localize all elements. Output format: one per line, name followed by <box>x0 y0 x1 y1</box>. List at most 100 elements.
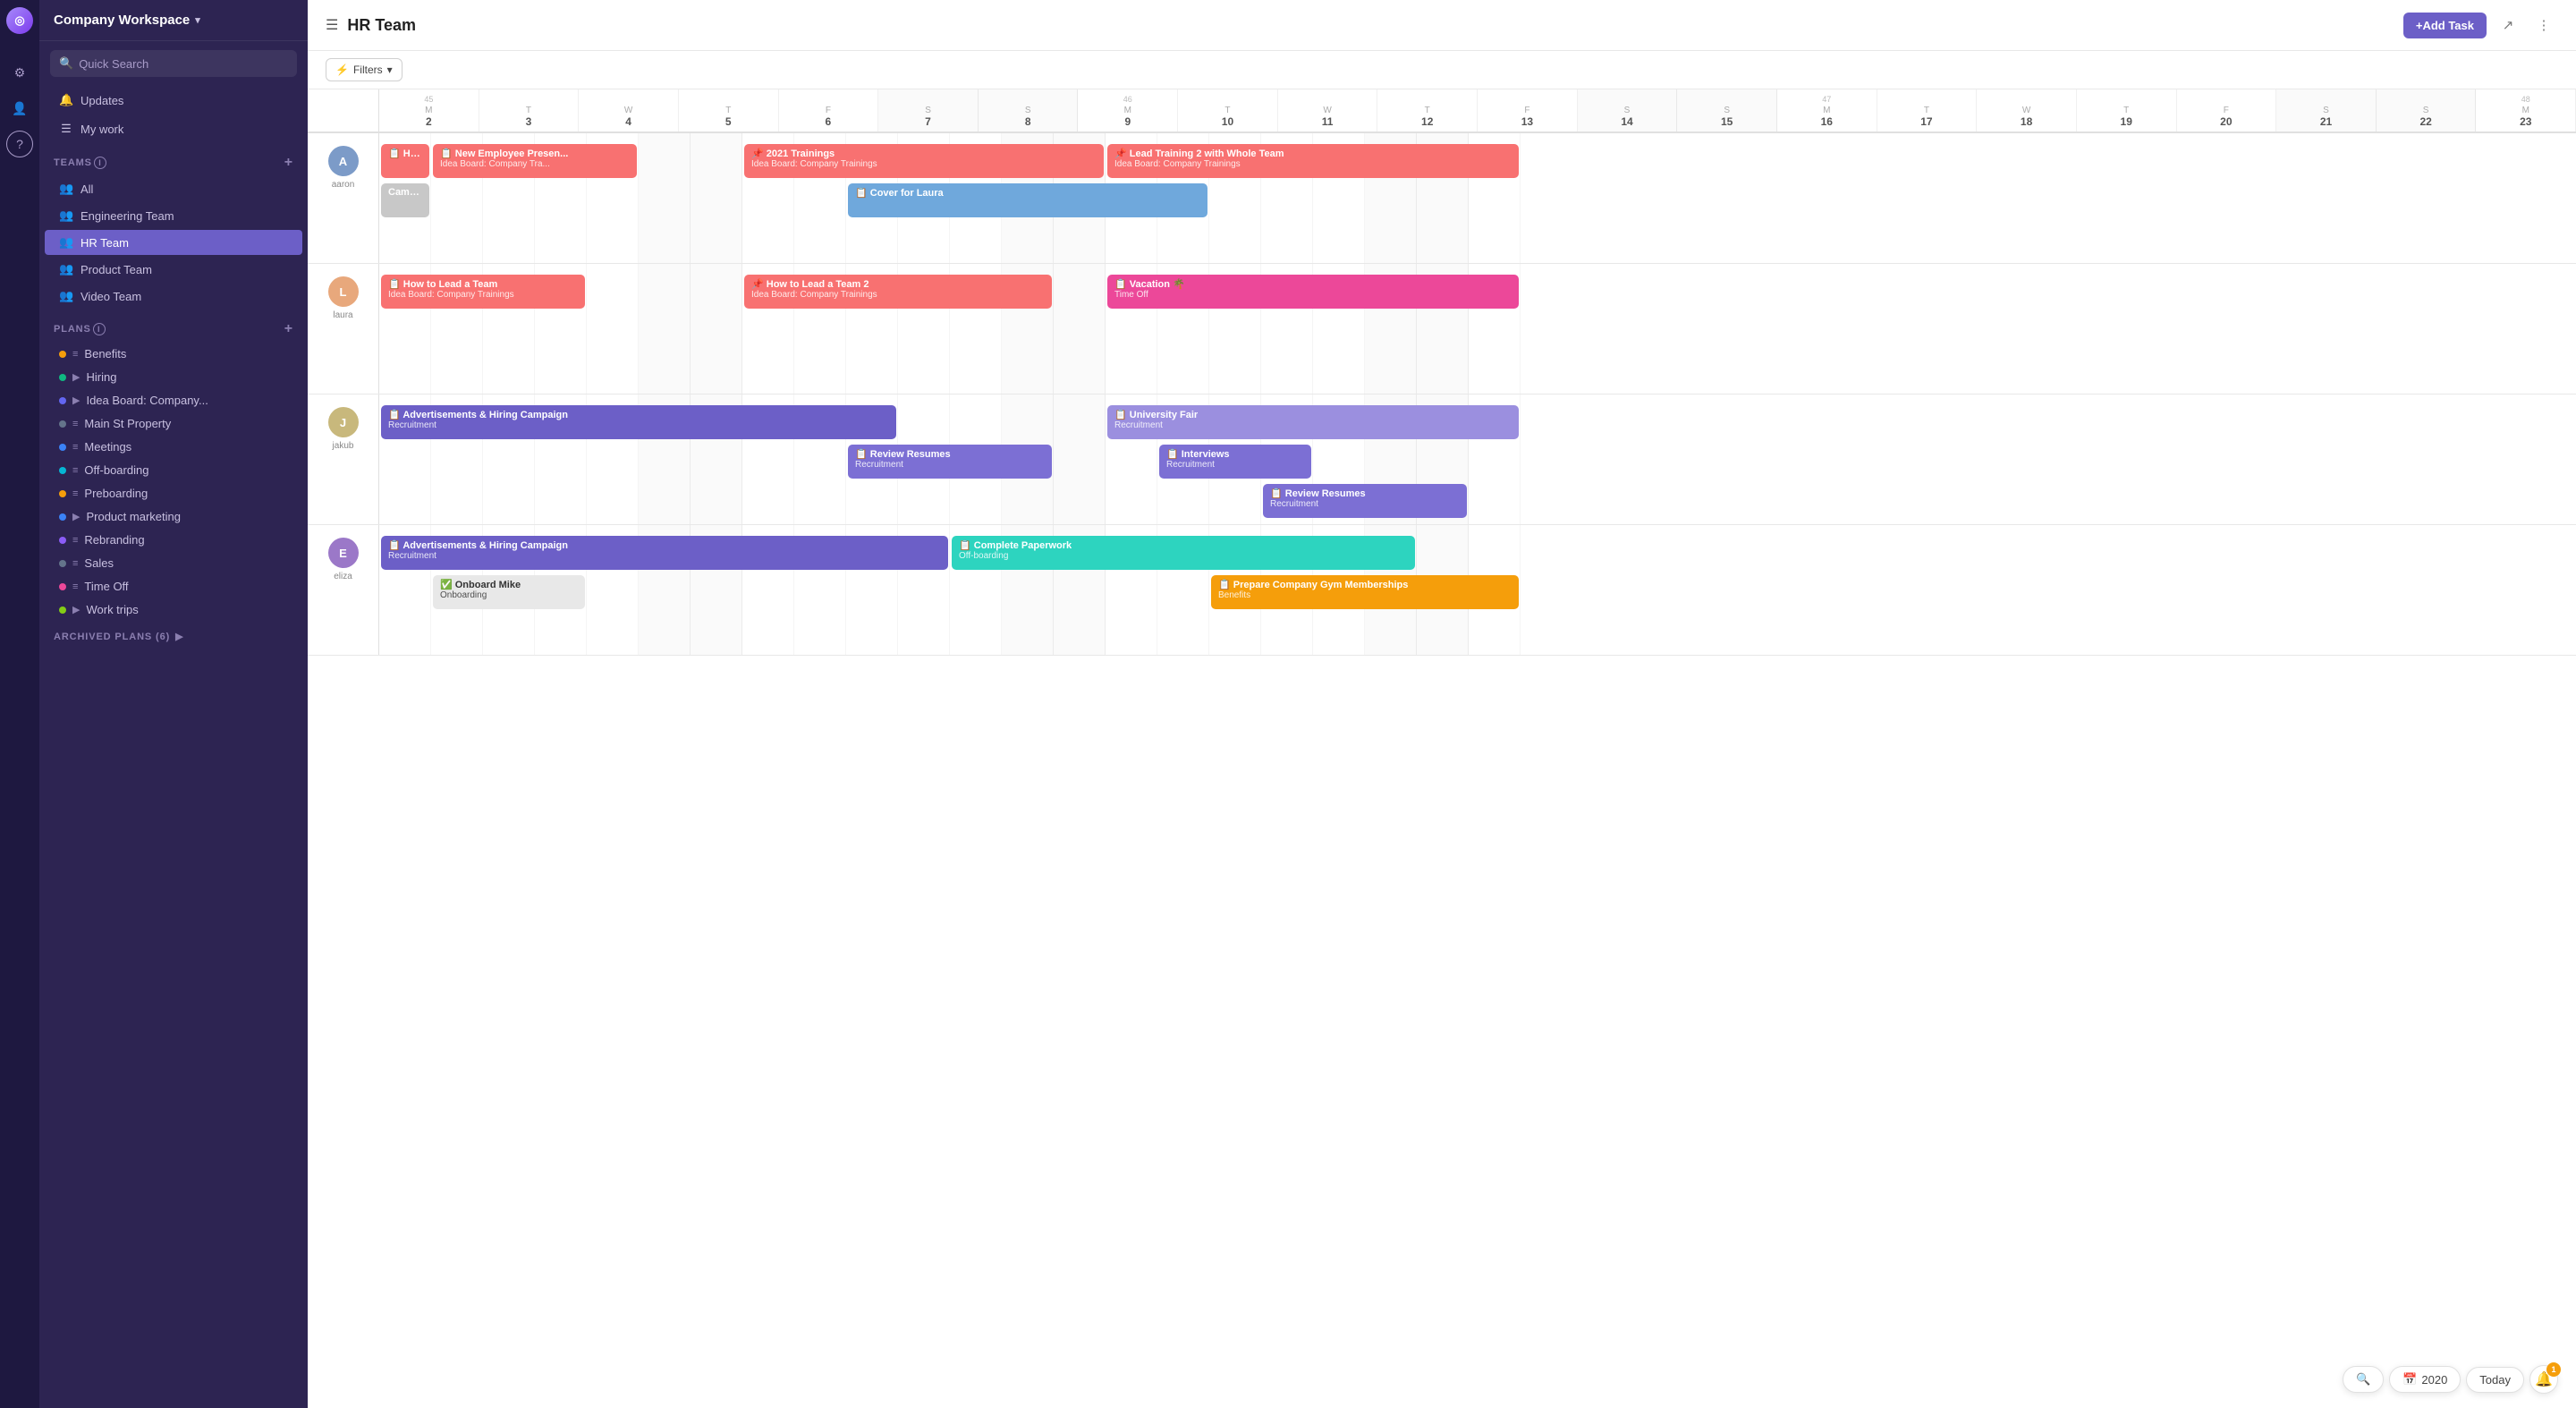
day-col-19: 00T19 <box>2077 89 2177 131</box>
sidebar-item-updates[interactable]: 🔔 Updates <box>45 87 302 114</box>
task-bar-interviews[interactable]: 📋 InterviewsRecruitment <box>1159 445 1311 479</box>
help-icon[interactable]: ? <box>6 131 33 157</box>
sidebar-item-plan-preboarding[interactable]: ≡Preboarding <box>45 482 302 505</box>
plan-type-icon-product-marketing: ▶ <box>72 511 80 522</box>
add-plan-button[interactable]: + <box>284 322 293 336</box>
sidebar-item-plan-meetings[interactable]: ≡Meetings <box>45 436 302 458</box>
calendar-container[interactable]: NOVEMBER45M200T300W400T500F600S700S846M9… <box>308 89 2576 1408</box>
settings-icon[interactable]: ⚙ <box>6 59 33 86</box>
add-task-button[interactable]: +Add Task <box>2403 13 2487 38</box>
workspace-title[interactable]: Company Workspace ▾ <box>54 13 200 28</box>
task-bar-university-fair[interactable]: 📋 University FairRecruitment <box>1107 405 1519 439</box>
plan-type-icon-sales: ≡ <box>72 558 78 569</box>
all-team-icon: 👥 <box>59 182 73 196</box>
filter-button[interactable]: ⚡ Filters ▾ <box>326 58 402 81</box>
plan-dot-off-boarding <box>59 467 66 474</box>
task-bar-how-lead-team[interactable]: 📋 How to Lead a TeamIdea Board: Company … <box>381 275 585 309</box>
day-col-11: 00W11 <box>1278 89 1378 131</box>
teams-info-icon[interactable]: i <box>94 157 106 169</box>
notification-badge: 1 <box>2546 1362 2561 1377</box>
person-label-jakub: Jjakub <box>308 394 379 524</box>
today-button[interactable]: Today <box>2466 1367 2524 1393</box>
sidebar-item-plan-idea-board[interactable]: ▶Idea Board: Company... <box>45 389 302 411</box>
week-num-46: 46 <box>1080 95 1175 104</box>
task-bar-vacation[interactable]: 📋 Vacation 🌴Time Off <box>1107 275 1519 309</box>
sidebar-item-plan-off-boarding[interactable]: ≡Off-boarding <box>45 459 302 481</box>
archived-plans[interactable]: ARCHIVED PLANS (6) ▶ <box>39 622 308 651</box>
day-col-16: 47M16 <box>1777 89 1877 131</box>
task-bar-review-resumes[interactable]: 📋 Review ResumesRecruitment <box>848 445 1052 479</box>
task-bar-ads-hiring[interactable]: 📋 Advertisements & Hiring CampaignRecrui… <box>381 405 896 439</box>
share-button[interactable]: ↗ <box>2494 11 2522 39</box>
person-name-aaron: aaron <box>332 180 355 190</box>
task-sub-university-fair: Recruitment <box>1114 420 1512 430</box>
zoom-search-button[interactable]: 🔍 <box>2343 1366 2384 1393</box>
people-icon[interactable]: 👤 <box>6 95 33 122</box>
plan-dot-time-off <box>59 583 66 590</box>
sidebar-item-plan-work-trips[interactable]: ▶Work trips <box>45 598 302 621</box>
mywork-label: My work <box>80 123 123 136</box>
sidebar-item-mywork[interactable]: ☰ My work <box>45 115 302 142</box>
task-bar-how-lead-team-2[interactable]: 📌 How to Lead a Team 2Idea Board: Compan… <box>744 275 1052 309</box>
task-bar-cover-laura[interactable]: 📋 Cover for Laura <box>848 183 1208 217</box>
product-label: Product Team <box>80 263 152 276</box>
day-col-18: 00W18 <box>1977 89 2077 131</box>
sidebar-item-plan-main-st[interactable]: ≡Main St Property <box>45 412 302 435</box>
task-bar-complete-paperwork[interactable]: 📋 Complete PaperworkOff-boarding <box>952 536 1415 570</box>
day-col-3: 00T3 <box>479 89 580 131</box>
task-bar-review-resumes-2[interactable]: 📋 Review ResumesRecruitment <box>1263 484 1467 518</box>
plan-type-icon-main-st: ≡ <box>72 419 78 429</box>
filter-label: Filters <box>353 64 383 76</box>
plans-info-icon[interactable]: i <box>93 323 106 335</box>
task-bar-new-emp-pres[interactable]: 📋 New Employee Presen...Idea Board: Comp… <box>433 144 637 178</box>
task-bar-prepare-gym[interactable]: 📋 Prepare Company Gym MembershipsBenefit… <box>1211 575 1519 609</box>
timeline-laura: 📋 How to Lead a TeamIdea Board: Company … <box>379 264 2576 394</box>
day-col-6: 00F6 <box>779 89 879 131</box>
sidebar-item-plan-sales[interactable]: ≡Sales <box>45 552 302 574</box>
plan-type-icon-idea-board: ▶ <box>72 394 80 406</box>
sidebar-item-plan-hiring[interactable]: ▶Hiring <box>45 366 302 388</box>
person-label-aaron: Aaaron <box>308 133 379 263</box>
sidebar-item-plan-time-off[interactable]: ≡Time Off <box>45 575 302 598</box>
video-icon: 👥 <box>59 289 73 303</box>
sidebar-item-plan-product-marketing[interactable]: ▶Product marketing <box>45 505 302 528</box>
product-icon: 👥 <box>59 262 73 276</box>
workspace-name-label: Company Workspace <box>54 13 190 28</box>
day-col-4: 00W4 <box>579 89 679 131</box>
task-sub-ads-hiring: Recruitment <box>388 420 889 430</box>
sidebar-item-engineering[interactable]: 👥 Engineering Team <box>45 203 302 228</box>
sidebar-item-plan-benefits[interactable]: ≡Benefits <box>45 343 302 365</box>
day-col-2: 45M2 <box>379 89 479 131</box>
task-bar-ads-hiring-2[interactable]: 📋 Advertisements & Hiring CampaignRecrui… <box>381 536 948 570</box>
day-col-5: 00T5 <box>679 89 779 131</box>
main-header: ☰ HR Team +Add Task ↗ ⋮ <box>308 0 2576 51</box>
plan-dot-product-marketing <box>59 513 66 521</box>
plans-list: ≡Benefits▶Hiring▶Idea Board: Company...≡… <box>39 342 308 622</box>
sidebar-item-product[interactable]: 👥 Product Team <box>45 257 302 282</box>
task-bar-2021-trainings[interactable]: 📌 2021 TrainingsIdea Board: Company Trai… <box>744 144 1104 178</box>
task-bar-campus[interactable]: Campus <box>381 183 429 217</box>
bg-col-15-jakub <box>1054 394 1106 524</box>
add-team-button[interactable]: + <box>284 156 293 170</box>
year-button[interactable]: 📅 2020 <box>2389 1366 2461 1393</box>
quick-search[interactable]: 🔍 Quick Search <box>50 50 297 77</box>
task-bar-handbook[interactable]: 📋 Handbook <box>381 144 429 178</box>
sidebar-item-video[interactable]: 👥 Video Team <box>45 284 302 309</box>
year-label: 2020 <box>2421 1373 2447 1387</box>
task-bar-lead-training-2[interactable]: 📌 Lead Training 2 with Whole TeamIdea Bo… <box>1107 144 1519 178</box>
task-bar-onboard-mike[interactable]: ✅ Onboard MikeOnboarding <box>433 575 585 609</box>
more-options-button[interactable]: ⋮ <box>2529 11 2558 39</box>
task-sub-vacation: Time Off <box>1114 290 1512 300</box>
sidebar-item-all[interactable]: 👥 All <box>45 176 302 201</box>
day-col-23: 48M23 <box>2476 89 2576 131</box>
sidebar-header: Company Workspace ▾ <box>39 0 308 41</box>
sidebar-item-plan-rebranding[interactable]: ≡Rebranding <box>45 529 302 551</box>
hamburger-icon[interactable]: ☰ <box>326 16 338 34</box>
sidebar-item-hr[interactable]: 👥 HR Team <box>45 230 302 255</box>
add-task-label: +Add Task <box>2416 19 2474 32</box>
notification-button[interactable]: 🔔 1 <box>2529 1365 2558 1394</box>
app-logo[interactable]: ◎ <box>6 7 33 34</box>
day-col-9: 46M9 <box>1078 89 1178 131</box>
timeline-aaron: 📋 Handbook📋 New Employee Presen...Idea B… <box>379 133 2576 263</box>
task-sub-onboard-mike: Onboarding <box>440 590 578 600</box>
